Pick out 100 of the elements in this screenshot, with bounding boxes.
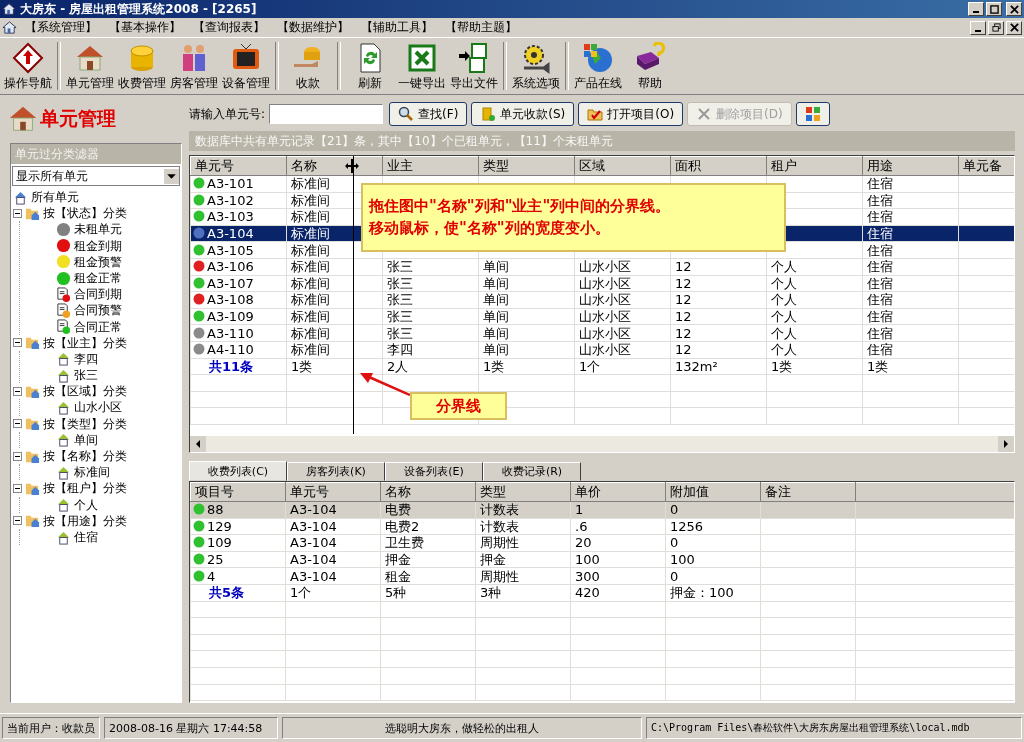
- table-row[interactable]: A3-108 标准间 张三 单间 山水小区 12 个人 住宿: [190, 291, 1014, 309]
- tree-item[interactable]: 租金到期: [74, 237, 122, 254]
- table-row[interactable]: A3-106 标准间 张三 单间 山水小区 12 个人 住宿: [190, 258, 1014, 276]
- table-row[interactable]: 88 A3-104 电费 计数表 1 0: [190, 501, 1014, 519]
- close-button[interactable]: [1006, 20, 1022, 35]
- tree-item[interactable]: 租金正常: [74, 269, 122, 287]
- column-header[interactable]: 名称: [286, 156, 383, 176]
- action-button[interactable]: [795, 102, 830, 126]
- column-header[interactable]: 附加值: [665, 482, 761, 502]
- tree-item[interactable]: 按【用途】分类: [43, 512, 127, 529]
- filter-dropdown[interactable]: 显示所有单元: [12, 166, 180, 186]
- minimize-button[interactable]: [968, 2, 984, 16]
- toolbar-button[interactable]: 收费管理: [116, 38, 168, 94]
- column-header[interactable]: 租户: [766, 156, 863, 176]
- restore-button[interactable]: [988, 20, 1004, 35]
- column-header[interactable]: 类型: [478, 156, 575, 176]
- tree-item[interactable]: 标准间: [74, 464, 110, 481]
- maximize-button[interactable]: [986, 2, 1002, 16]
- column-header[interactable]: 类型: [475, 482, 571, 502]
- toolbar-button[interactable]: 系统选项: [510, 38, 562, 94]
- collapse-icon[interactable]: [13, 516, 22, 526]
- close-button[interactable]: [1006, 2, 1022, 16]
- table-row[interactable]: A3-109 标准间 张三 单间 山水小区 12 个人 住宿: [190, 308, 1014, 325]
- table-cell: 个人: [766, 275, 863, 292]
- tree-item[interactable]: 按【租户】分类: [43, 480, 127, 497]
- column-header[interactable]: 业主: [382, 156, 479, 176]
- scroll-left-icon[interactable]: [190, 436, 206, 452]
- table-cell: 卫生费: [380, 534, 476, 552]
- toolbar-button[interactable]: 单元管理: [64, 38, 116, 94]
- tree-item[interactable]: 单间: [74, 431, 98, 448]
- tree-item[interactable]: 合同预警: [74, 302, 122, 319]
- menu-item[interactable]: 【数据维护】: [273, 19, 353, 36]
- table-row[interactable]: 109 A3-104 卫生费 周期性 20 0: [190, 534, 1014, 552]
- collapse-icon[interactable]: [13, 419, 22, 429]
- toolbar-button[interactable]: 操作导航: [2, 38, 54, 94]
- menu-item[interactable]: 【基本操作】: [105, 19, 185, 36]
- tree-item[interactable]: 所有单元: [31, 189, 79, 206]
- toolbar-button[interactable]: 导出文件: [448, 38, 500, 94]
- tree-item[interactable]: 按【区域】分类: [43, 383, 127, 400]
- tree-item[interactable]: 山水小区: [74, 399, 122, 416]
- tree-item[interactable]: 按【名称】分类: [43, 448, 127, 465]
- collapse-icon[interactable]: [13, 208, 22, 218]
- tree-item[interactable]: 住宿: [74, 528, 98, 546]
- tree-item[interactable]: 未租单元: [74, 221, 122, 238]
- column-header[interactable]: 单价: [570, 482, 666, 502]
- menu-item[interactable]: 【系统管理】: [21, 19, 101, 36]
- table-cell: 住宿: [862, 324, 959, 342]
- table-row[interactable]: A3-110 标准间 张三 单间 山水小区 12 个人 住宿: [190, 324, 1014, 342]
- toolbar-button[interactable]: 房客管理: [168, 38, 220, 94]
- tab[interactable]: 房客列表(K): [287, 462, 385, 481]
- column-header[interactable]: 面积: [670, 156, 767, 176]
- unit-number-field[interactable]: [269, 104, 384, 124]
- column-header[interactable]: 备注: [760, 482, 856, 502]
- toolbar-button[interactable]: 收款: [282, 38, 334, 94]
- collapse-icon[interactable]: [13, 483, 22, 493]
- column-header[interactable]: 单元号: [190, 156, 287, 176]
- tree-item[interactable]: 按【状态】分类: [43, 205, 127, 222]
- table-row[interactable]: A3-107 标准间 张三 单间 山水小区 12 个人 住宿: [190, 275, 1014, 292]
- collapse-icon[interactable]: [13, 338, 22, 348]
- collapse-icon[interactable]: [13, 451, 22, 461]
- tree-item[interactable]: 按【类型】分类: [43, 415, 127, 432]
- toolbar-button[interactable]: 刷新: [344, 38, 396, 94]
- tree-item[interactable]: 个人: [74, 496, 98, 513]
- action-button[interactable]: 打开项目(O): [578, 102, 684, 126]
- menu-item[interactable]: 【帮助主题】: [441, 19, 521, 36]
- toolbar-button[interactable]: 帮助: [624, 38, 676, 94]
- tree-item[interactable]: 李四: [74, 350, 98, 368]
- tree-item[interactable]: 租金预警: [74, 253, 122, 270]
- collapse-icon[interactable]: [13, 386, 22, 396]
- table-row[interactable]: 4 A3-104 租金 周期性 300 0: [190, 567, 1014, 585]
- column-header[interactable]: 单元备: [958, 156, 1014, 176]
- table-cell: 张三: [382, 291, 479, 309]
- tree-item[interactable]: 按【业主】分类: [43, 334, 127, 351]
- menu-item[interactable]: 【查询报表】: [189, 19, 269, 36]
- toolbar-button[interactable]: 一键导出: [396, 38, 448, 94]
- table-row[interactable]: 25 A3-104 押金 押金 100 100: [190, 551, 1014, 568]
- toolbar-button[interactable]: 产品在线: [572, 38, 624, 94]
- table-cell: 个人: [766, 308, 863, 325]
- status-dot-icon: [193, 210, 205, 223]
- tree-item[interactable]: 张三: [74, 367, 98, 384]
- action-button[interactable]: 查找(F): [389, 102, 468, 126]
- column-header[interactable]: 用途: [862, 156, 959, 176]
- tab[interactable]: 收费列表(C): [189, 461, 287, 481]
- column-header[interactable]: 名称: [380, 482, 476, 502]
- tab[interactable]: 设备列表(E): [385, 462, 483, 481]
- toolbar-button[interactable]: 设备管理: [220, 38, 272, 94]
- column-header[interactable]: 单元号: [285, 482, 381, 502]
- table-cell: 单间: [478, 275, 575, 292]
- column-header[interactable]: 项目号: [190, 482, 286, 502]
- menu-item[interactable]: 【辅助工具】: [357, 19, 437, 36]
- scroll-right-icon[interactable]: [998, 436, 1014, 452]
- horizontal-scrollbar[interactable]: [190, 436, 1014, 452]
- tab[interactable]: 收费记录(R): [483, 462, 581, 481]
- tree-item[interactable]: 合同正常: [74, 318, 122, 335]
- action-button[interactable]: 单元收款(S): [471, 102, 575, 126]
- table-row[interactable]: A4-110 标准间 李四 单间 山水小区 12 个人 住宿: [190, 341, 1014, 359]
- minimize-button[interactable]: [970, 20, 986, 35]
- tree-item[interactable]: 合同到期: [74, 286, 122, 303]
- column-header[interactable]: 区域: [574, 156, 671, 176]
- table-row[interactable]: 129 A3-104 电费2 计数表 .6 1256: [190, 518, 1014, 535]
